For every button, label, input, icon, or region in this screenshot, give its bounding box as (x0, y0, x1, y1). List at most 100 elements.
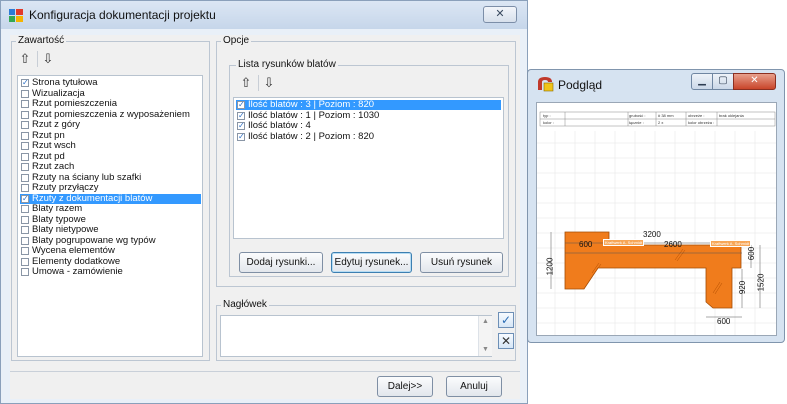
minimize-button[interactable]: ▁ (691, 73, 713, 90)
list-item[interactable]: Rzut pomieszczenia z wyposażeniem (20, 109, 201, 120)
list-item-label: Blaty razem (32, 203, 83, 214)
list-item-label: Rzut pd (32, 150, 65, 162)
checkbox-unchecked[interactable] (21, 100, 29, 108)
checkbox-checked[interactable]: ✓ (237, 122, 245, 130)
scroll-up-icon[interactable]: ▲ (482, 318, 489, 325)
remove-drawing-button[interactable]: Usuń rysunek (420, 252, 503, 273)
list-item[interactable]: Rzut zach (20, 162, 201, 172)
close-button[interactable]: ✕ (483, 6, 517, 23)
list-item-label: Blaty pogrupowane wg typów (32, 234, 156, 246)
main-dialog-window: Konfiguracja dokumentacji projektu ✕ Zaw… (0, 0, 528, 404)
header-scrollbar[interactable]: ▲ ▼ (478, 316, 492, 356)
list-item-label: Ilość blatów : 3 | Poziom : 820 (248, 99, 375, 110)
list-item-label: Rzut z góry (32, 119, 81, 130)
edit-drawing-button[interactable]: Edytuj rysunek... (331, 252, 412, 273)
list-item-label: Ilość blatów : 1 | Poziom : 1030 (248, 109, 380, 121)
dimension-label: 600 (717, 317, 731, 326)
list-item[interactable]: ✓ Ilość blatów : 3 | Poziom : 820 (236, 100, 501, 110)
checkbox-unchecked[interactable] (21, 257, 29, 266)
checkbox-unchecked[interactable] (21, 215, 29, 224)
checkbox-unchecked[interactable] (21, 184, 29, 192)
content-list[interactable]: ✓ Strona tytułowa Wizualizacja Rzut pomiesz… (17, 75, 203, 357)
list-item[interactable]: ✓ Strona tytułowa (20, 78, 201, 88)
list-item[interactable]: Elementy dodatkowe (20, 255, 201, 267)
checkbox-unchecked[interactable] (21, 226, 29, 234)
checkbox-unchecked[interactable] (21, 236, 29, 245)
checkbox-unchecked[interactable] (21, 205, 29, 213)
list-item[interactable]: Rzut wsch (20, 141, 201, 151)
list-item[interactable]: Rzuty przyłączy (20, 183, 201, 193)
list-item-label: Elementy dodatkowe (32, 255, 121, 267)
dimension-label: 1200 (545, 257, 555, 276)
dimension-label: 920 (738, 280, 748, 295)
options-group-label: Opcje (221, 35, 252, 46)
checkbox-unchecked[interactable] (21, 152, 29, 161)
checkbox-unchecked[interactable] (21, 89, 29, 98)
checkbox-checked[interactable]: ✓ (21, 194, 29, 203)
part-label: Kraftwerk A. Schmidt (603, 239, 645, 246)
list-item[interactable]: Umowa - zamówienie (20, 267, 201, 277)
checkbox-checked[interactable]: ✓ (237, 132, 245, 141)
list-item[interactable]: ✓ Rzuty z dokumentacji blatów (20, 192, 201, 204)
dimension-label: 3200 (643, 230, 661, 239)
checkbox-unchecked[interactable] (21, 131, 29, 140)
list-item[interactable]: Wycena elementów (20, 246, 201, 256)
cancel-button[interactable]: Anuluj (446, 376, 502, 397)
drawing-preview-canvas: typ : grubość : # 38 mm obrzeże : brak o… (536, 102, 777, 336)
dialog-title: Konfiguracja dokumentacji projektu (29, 8, 216, 22)
list-item[interactable]: Blaty typowe (20, 213, 201, 225)
list-item[interactable]: ✓ Ilość blatów : 4 (236, 121, 501, 131)
add-drawings-button[interactable]: Dodaj rysunki... (239, 252, 323, 273)
list-item[interactable]: Rzuty na ściany lub szafki (20, 171, 201, 183)
drawing-move-down-icon[interactable]: ⇩ (262, 76, 276, 90)
list-item[interactable]: Rzut z góry (20, 120, 201, 130)
list-item[interactable]: Rzut pn (20, 129, 201, 141)
list-item-label: Ilość blatów : 2 | Poziom : 820 (248, 130, 375, 142)
checkbox-unchecked[interactable] (21, 110, 29, 119)
list-item-label: Ilość blatów : 4 (248, 120, 311, 131)
list-item[interactable]: Wizualizacja (20, 87, 201, 99)
checkbox-unchecked[interactable] (21, 173, 29, 182)
header-textarea[interactable] (220, 315, 492, 357)
list-item[interactable]: Blaty nietypowe (20, 225, 201, 235)
checkbox-checked[interactable]: ✓ (237, 111, 245, 120)
dimension-label: 600 (579, 240, 593, 249)
drawings-list[interactable]: ✓ Ilość blatów : 3 | Poziom : 820 ✓ Ilość b… (233, 97, 504, 239)
clear-x-icon[interactable]: ✕ (498, 333, 514, 349)
move-up-icon[interactable]: ⇧ (18, 52, 32, 66)
content-group-label: Zawartość (16, 35, 67, 46)
checkbox-unchecked[interactable] (21, 121, 29, 129)
list-item-label: Wycena elementów (32, 245, 115, 256)
checkbox-checked[interactable]: ✓ (21, 79, 29, 87)
list-item-label: Blaty typowe (32, 213, 86, 225)
next-button[interactable]: Dalej>> (377, 376, 433, 397)
main-title-bar[interactable]: Konfiguracja dokumentacji projektu ✕ (1, 1, 527, 29)
list-item[interactable]: ✓ Ilość blatów : 2 | Poziom : 820 (236, 130, 501, 142)
checkbox-unchecked[interactable] (21, 268, 29, 276)
checkbox-unchecked[interactable] (21, 247, 29, 255)
list-item-label: Rzut wsch (32, 140, 76, 151)
list-item[interactable]: Rzut pomieszczenia (20, 99, 201, 109)
list-item[interactable]: Blaty razem (20, 204, 201, 214)
move-down-icon[interactable]: ⇩ (41, 52, 55, 66)
list-item-label: Rzut pn (32, 129, 65, 141)
preview-window: Podgląd ▁ ▢ ✕ typ: grubość: # 38 mm ob… (527, 69, 785, 343)
list-item[interactable]: Blaty pogrupowane wg typów (20, 234, 201, 246)
drawing-move-up-icon[interactable]: ⇧ (239, 76, 253, 90)
list-item-label: Rzuty z dokumentacji blatów (32, 192, 153, 204)
confirm-check-icon[interactable]: ✓ (498, 312, 514, 328)
list-item-label: Wizualizacja (32, 87, 85, 99)
maximize-button[interactable]: ▢ (712, 73, 734, 90)
list-item[interactable]: Rzut pd (20, 150, 201, 162)
list-item-label: Rzuty na ściany lub szafki (32, 171, 142, 183)
checkbox-unchecked[interactable] (21, 163, 29, 171)
preview-close-button[interactable]: ✕ (733, 73, 776, 90)
checkbox-checked[interactable]: ✓ (237, 101, 245, 109)
preview-title: Podgląd (558, 78, 603, 92)
preview-app-icon (538, 77, 554, 92)
list-item-label: Rzut pomieszczenia (32, 98, 118, 109)
scroll-down-icon[interactable]: ▼ (482, 346, 489, 353)
header-group-label: Nagłówek (221, 299, 269, 310)
list-item[interactable]: ✓ Ilość blatów : 1 | Poziom : 1030 (236, 109, 501, 121)
checkbox-unchecked[interactable] (21, 142, 29, 150)
